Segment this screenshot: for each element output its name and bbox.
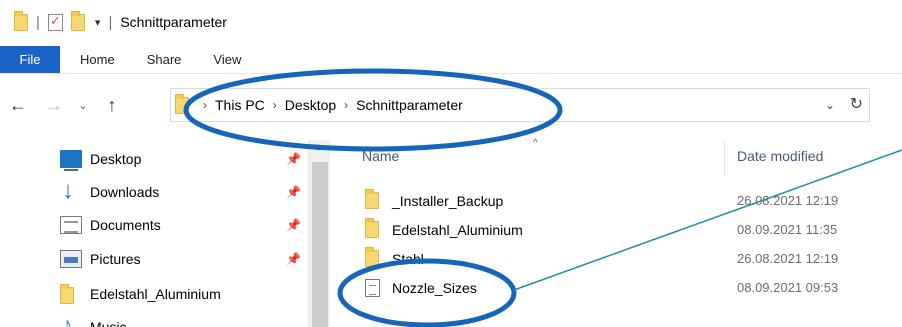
tab-share[interactable]: Share	[131, 46, 198, 73]
breadcrumb-separator-icon[interactable]: ›	[203, 98, 207, 112]
breadcrumb-separator-icon[interactable]: ›	[273, 98, 277, 112]
file-row[interactable]: _Installer_Backup 26.08.2021 12:19	[330, 187, 902, 215]
back-arrow-icon[interactable]: ←	[6, 95, 30, 116]
column-divider[interactable]	[724, 140, 725, 176]
nav-item-label: Music	[90, 319, 127, 327]
recent-locations-chevron-icon[interactable]: ⌄	[74, 99, 92, 112]
breadcrumb-desktop[interactable]: Desktop	[285, 97, 336, 113]
address-bar[interactable]: › This PC › Desktop › Schnittparameter ⌄…	[170, 88, 870, 122]
music-icon	[60, 314, 82, 327]
column-header-name[interactable]: Name	[362, 148, 399, 164]
nav-item-desktop[interactable]: Desktop	[60, 144, 141, 174]
pin-icon[interactable]: 📌	[286, 252, 301, 266]
window-title: Schnittparameter	[120, 14, 227, 30]
file-name: Edelstahl_Aluminium	[392, 222, 523, 238]
title-bar: | ✓ ▾ | Schnittparameter	[0, 0, 902, 44]
breadcrumb-this-pc[interactable]: This PC	[215, 97, 265, 113]
file-row[interactable]: Edelstahl_Aluminium 08.09.2021 11:35	[330, 216, 902, 244]
pin-icon[interactable]: 📌	[286, 185, 301, 199]
pictures-icon	[60, 250, 82, 268]
scroll-up-icon[interactable]: ▲	[314, 142, 324, 153]
breadcrumb-separator-icon[interactable]: ›	[344, 98, 348, 112]
nav-item-label: Desktop	[90, 151, 142, 167]
file-row[interactable]: Stahl 26.08.2021 12:19	[330, 245, 902, 273]
file-date: 08.09.2021 09:53	[737, 280, 839, 295]
file-name: Nozzle_Sizes	[392, 280, 477, 296]
sort-ascending-icon: ^	[533, 138, 538, 149]
file-date: 26.08.2021 12:19	[737, 251, 839, 266]
nav-item-downloads[interactable]: Downloads	[60, 177, 159, 207]
customize-quick-access-icon[interactable]: ▾	[95, 16, 101, 29]
tab-file[interactable]: File	[0, 46, 60, 73]
folder-icon	[365, 189, 379, 209]
address-row: ← → ⌄ ↑ › This PC › Desktop › Schnittpar…	[0, 80, 902, 130]
file-name: Stahl	[392, 251, 424, 267]
nav-item-documents[interactable]: Documents	[60, 210, 161, 240]
scrollbar-thumb[interactable]	[312, 162, 328, 327]
nav-item-music[interactable]: Music	[60, 312, 127, 327]
breadcrumb-schnittparameter[interactable]: Schnittparameter	[356, 97, 463, 113]
new-folder-icon[interactable]	[70, 10, 85, 31]
pin-icon[interactable]: 📌	[286, 152, 301, 166]
folder-icon	[365, 218, 379, 238]
file-name: _Installer_Backup	[392, 193, 504, 209]
nav-item-label: Downloads	[90, 184, 160, 200]
documents-icon	[60, 216, 82, 234]
toolbar-separator: |	[36, 13, 40, 31]
file-list: Name ^ Date modified _Installer_Backup 2…	[330, 138, 902, 327]
forward-arrow-icon[interactable]: →	[42, 95, 66, 116]
nav-item-pictures[interactable]: Pictures	[60, 244, 141, 274]
up-arrow-icon[interactable]: ↑	[100, 95, 124, 116]
toolbar-separator: |	[108, 13, 113, 31]
desktop-icon	[60, 150, 82, 171]
column-header-date-modified[interactable]: Date modified	[737, 148, 823, 164]
downloads-icon	[60, 177, 82, 205]
text-file-icon	[365, 279, 380, 297]
tab-view[interactable]: View	[197, 46, 257, 73]
folder-icon	[365, 247, 379, 267]
nav-item-edelstahl-aluminium[interactable]: Edelstahl_Aluminium	[60, 279, 221, 309]
folder-icon	[14, 10, 28, 31]
nav-item-label: Documents	[90, 217, 161, 233]
navigation-pane: Desktop 📌 Downloads 📌 Documents 📌 Pictur…	[0, 140, 330, 327]
address-dropdown-icon[interactable]: ⌄	[825, 98, 835, 112]
folder-icon	[175, 93, 189, 114]
folder-icon	[60, 284, 74, 304]
nav-pane-scrollbar[interactable]: ▲	[308, 140, 330, 327]
file-row[interactable]: Nozzle_Sizes 08.09.2021 09:53	[330, 274, 902, 302]
file-date: 26.08.2021 12:19	[737, 193, 839, 208]
pin-icon[interactable]: 📌	[286, 218, 301, 232]
nav-item-label: Pictures	[90, 251, 141, 267]
properties-icon[interactable]: ✓	[47, 13, 63, 31]
file-date: 08.09.2021 11:35	[737, 222, 838, 237]
refresh-icon[interactable]: ↻	[850, 94, 863, 114]
tab-home[interactable]: Home	[60, 46, 131, 73]
ribbon-tabs: File Home Share View	[0, 46, 902, 74]
nav-item-label: Edelstahl_Aluminium	[90, 286, 221, 302]
